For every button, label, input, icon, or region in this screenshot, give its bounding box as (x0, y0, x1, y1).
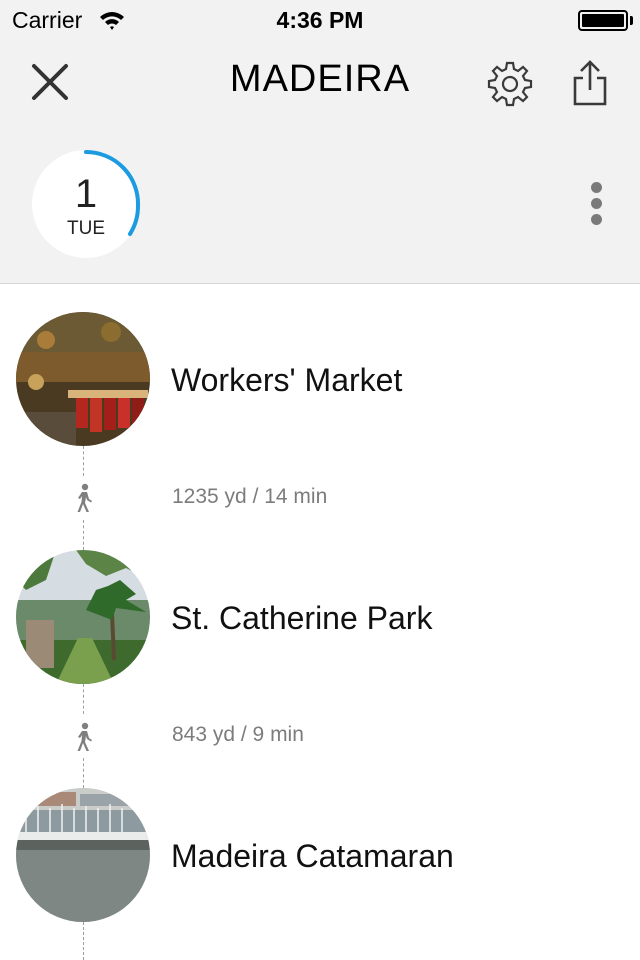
timeline-connector (83, 446, 84, 476)
share-icon[interactable] (566, 58, 614, 108)
gear-icon[interactable] (486, 60, 534, 108)
trip-header: Carrier 4:36 PM MADEIRA 1 TUE (0, 0, 640, 284)
day-number: 1 (74, 172, 98, 216)
place-name[interactable]: Madeira Catamaran (171, 838, 454, 875)
battery-tip (630, 16, 633, 25)
leg-distance-time: 843 yd / 9 min (172, 723, 304, 746)
market-photo[interactable] (16, 312, 150, 446)
leg-distance-time: 1235 yd / 14 min (172, 485, 328, 508)
timeline-connector (83, 684, 84, 714)
battery-icon (578, 10, 628, 31)
timeline-connector (83, 520, 84, 550)
harbor-photo[interactable] (16, 788, 150, 922)
place-name[interactable]: St. Catherine Park (171, 600, 432, 637)
timeline-connector (83, 922, 84, 960)
more-options-icon[interactable] (584, 182, 608, 230)
day-selector[interactable]: 1 TUE (32, 150, 142, 260)
page-title: MADEIRA (229, 58, 411, 100)
place-name[interactable]: Workers' Market (171, 362, 402, 399)
status-bar: Carrier 4:36 PM (0, 0, 640, 40)
day-weekday: TUE (67, 218, 105, 239)
park-photo[interactable] (16, 550, 150, 684)
walk-icon (77, 722, 92, 751)
timeline-connector (83, 758, 84, 788)
walk-icon (77, 483, 92, 512)
clock: 4:36 PM (276, 7, 364, 33)
